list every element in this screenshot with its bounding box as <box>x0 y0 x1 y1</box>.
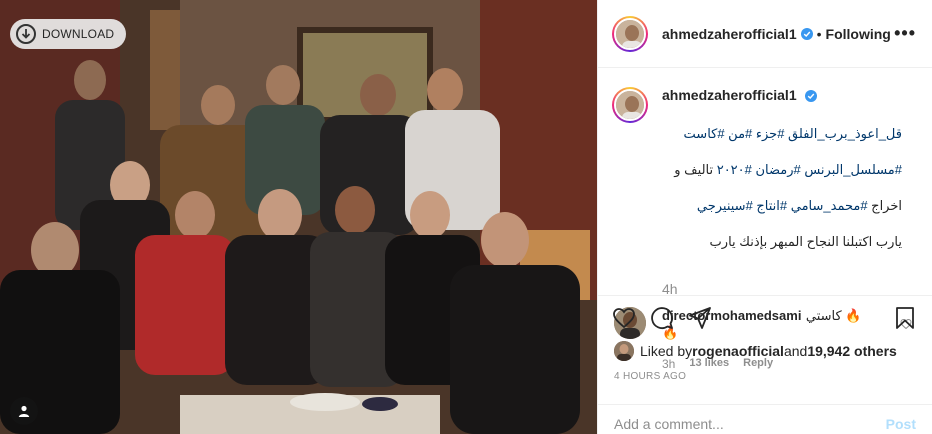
post-actions-bar <box>598 295 932 339</box>
comments-section[interactable]: ahmedzaherofficial1 قل_اعوذ_برب_الفلق #ج… <box>598 69 932 371</box>
comment-bubble-icon[interactable] <box>650 306 674 330</box>
more-options-icon[interactable]: ••• <box>894 23 916 44</box>
caption-hashtags-1[interactable]: قل_اعوذ_برب_الفلق <box>784 126 902 141</box>
download-icon <box>16 24 36 44</box>
download-label: DOWNLOAD <box>42 27 115 41</box>
liked-by-user[interactable]: rogenaofficial <box>692 343 784 359</box>
user-tag-button[interactable] <box>10 397 38 425</box>
like-heart-icon[interactable] <box>612 306 636 330</box>
liked-by-count[interactable]: 19,942 others <box>807 343 897 359</box>
caption-text-2: تاليف و <box>674 162 717 177</box>
caption-hashtags-2[interactable]: #مسلسل_البرنس #رمضان #٢٠٢٠ <box>717 162 902 177</box>
add-comment-input[interactable] <box>614 407 886 432</box>
following-button[interactable]: Following <box>826 26 891 42</box>
caption-text-3: اخراج <box>867 198 902 213</box>
user-tag-icon <box>18 405 30 417</box>
liked-by-prefix: Liked by <box>640 343 693 359</box>
post-comment-button[interactable]: Post <box>886 408 916 432</box>
liked-by-and: and <box>783 343 808 359</box>
add-comment-bar: Post <box>598 404 932 434</box>
liked-by-summary: Liked by rogenaofficial and 19,942 other… <box>614 341 897 361</box>
post-photo[interactable]: DOWNLOAD <box>0 0 597 434</box>
caption-verified-badge-icon <box>805 89 818 102</box>
post-timestamp[interactable]: 4 HOURS AGO <box>614 371 686 382</box>
caption-text-4: يارب اكتبلنا النجاح المبهر بإذنك يارب <box>709 234 902 249</box>
post-side-panel: ahmedzaherofficial1 • Following ••• ahme… <box>597 0 932 434</box>
author-username[interactable]: ahmedzaherofficial1 <box>662 26 797 42</box>
post-header: ahmedzaherofficial1 • Following ••• <box>598 0 932 68</box>
caption-hashtags-3[interactable]: #محمد_سامي #انتاج #سينيرجي <box>697 198 868 213</box>
author-avatar[interactable] <box>612 15 648 52</box>
caption: ahmedzaherofficial1 قل_اعوذ_برب_الفلق #ج… <box>612 87 916 269</box>
caption-username[interactable]: ahmedzaherofficial1 <box>662 87 797 103</box>
caption-text: قل_اعوذ_برب_الفلق #جزء #من #كاست #مسلسل_… <box>662 107 902 269</box>
liker-avatar[interactable] <box>614 341 634 361</box>
share-paper-plane-icon[interactable] <box>688 306 712 330</box>
download-button[interactable]: DOWNLOAD <box>10 19 127 49</box>
header-separator: • <box>816 25 822 42</box>
caption-author-avatar[interactable] <box>612 87 648 123</box>
group-photo-illustration <box>0 0 597 434</box>
verified-badge-icon <box>800 27 813 40</box>
caption-hashtags-1b[interactable]: #جزء #من #كاست <box>684 126 785 141</box>
save-bookmark-icon[interactable] <box>894 306 916 330</box>
